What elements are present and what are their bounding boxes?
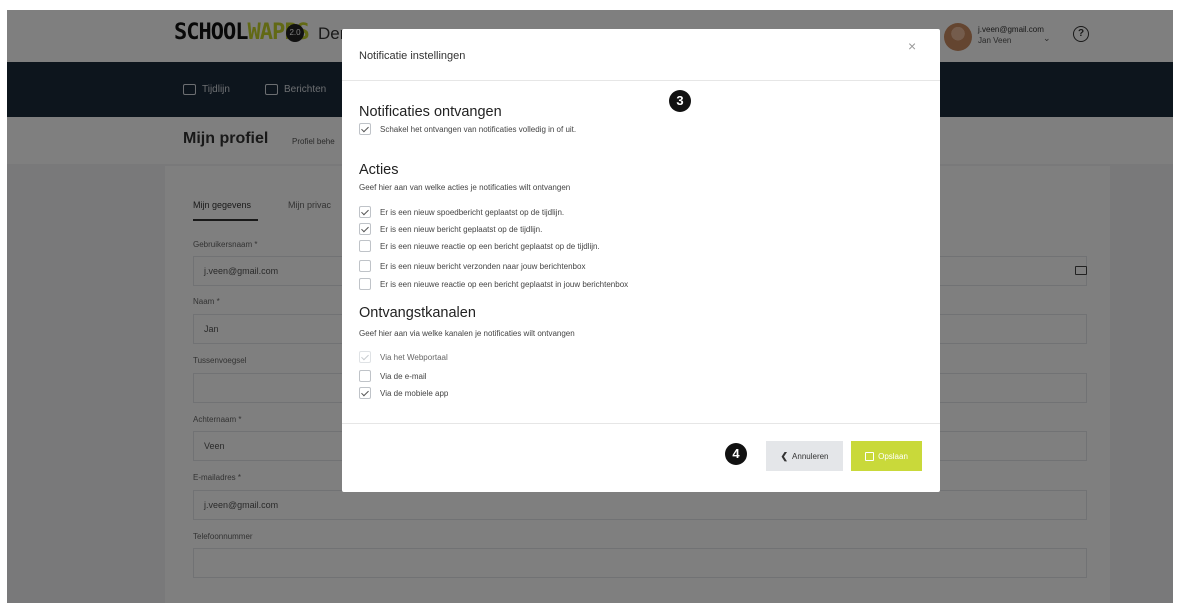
checkbox-label: Via de mobiele app <box>380 388 449 398</box>
checkbox-label: Er is een nieuwe reactie op een bericht … <box>380 241 600 251</box>
channel-option-row[interactable]: Via de e-mail <box>359 370 427 382</box>
step-marker-4: 4 <box>725 443 747 465</box>
channel-checkbox-disabled <box>359 351 371 363</box>
channel-checkbox[interactable] <box>359 370 371 382</box>
step-marker-3: 3 <box>669 90 691 112</box>
checkbox-label: Er is een nieuw spoedbericht geplaatst o… <box>380 207 565 217</box>
action-checkbox[interactable] <box>359 206 371 218</box>
action-option-row[interactable]: Er is een nieuwe reactie op een bericht … <box>359 240 600 252</box>
modal-header: Notificatie instellingen × <box>342 29 940 81</box>
checkbox-label: Schakel het ontvangen van notificaties v… <box>380 124 577 134</box>
action-checkbox[interactable] <box>359 278 371 290</box>
action-option-row[interactable]: Er is een nieuwe reactie op een bericht … <box>359 278 628 290</box>
action-checkbox[interactable] <box>359 240 371 252</box>
section-title-receive: Notificaties ontvangen <box>359 104 502 120</box>
action-option-row[interactable]: Er is een nieuw bericht geplaatst op de … <box>359 223 542 235</box>
channel-option-row: Via het Webportaal <box>359 351 448 363</box>
close-icon[interactable]: × <box>908 38 916 54</box>
notification-settings-modal: Notificatie instellingen × 3 Notificatie… <box>342 29 940 492</box>
checkbox-label: Via het Webportaal <box>380 352 448 362</box>
action-checkbox[interactable] <box>359 260 371 272</box>
save-button-label: Opslaan <box>878 451 908 461</box>
cancel-button-label: Annuleren <box>792 451 829 461</box>
chevron-left-icon: ❮ <box>780 450 789 461</box>
modal-footer-divider <box>342 423 940 424</box>
notifications-toggle-row[interactable]: Schakel het ontvangen van notificaties v… <box>359 123 576 135</box>
checkbox-label: Er is een nieuwe reactie op een bericht … <box>380 279 629 289</box>
notifications-toggle-checkbox[interactable] <box>359 123 371 135</box>
checkbox-label: Er is een nieuw bericht geplaatst op de … <box>380 224 543 234</box>
checkbox-label: Via de e-mail <box>380 371 427 381</box>
section-title-channels: Ontvangstkanalen <box>359 305 476 321</box>
section-title-actions: Acties <box>359 162 399 178</box>
channel-option-row[interactable]: Via de mobiele app <box>359 387 448 399</box>
section-desc-actions: Geef hier aan van welke acties je notifi… <box>359 183 571 192</box>
save-button[interactable]: Opslaan <box>851 441 922 471</box>
cancel-button[interactable]: ❮ Annuleren <box>766 441 843 471</box>
action-option-row[interactable]: Er is een nieuw bericht verzonden naar j… <box>359 260 585 272</box>
channel-checkbox[interactable] <box>359 387 371 399</box>
save-icon <box>865 451 875 461</box>
modal-title: Notificatie instellingen <box>359 50 466 62</box>
action-option-row[interactable]: Er is een nieuw spoedbericht geplaatst o… <box>359 206 564 218</box>
section-desc-channels: Geef hier aan via welke kanalen je notif… <box>359 329 575 338</box>
action-checkbox[interactable] <box>359 223 371 235</box>
checkbox-label: Er is een nieuw bericht verzonden naar j… <box>380 261 586 271</box>
